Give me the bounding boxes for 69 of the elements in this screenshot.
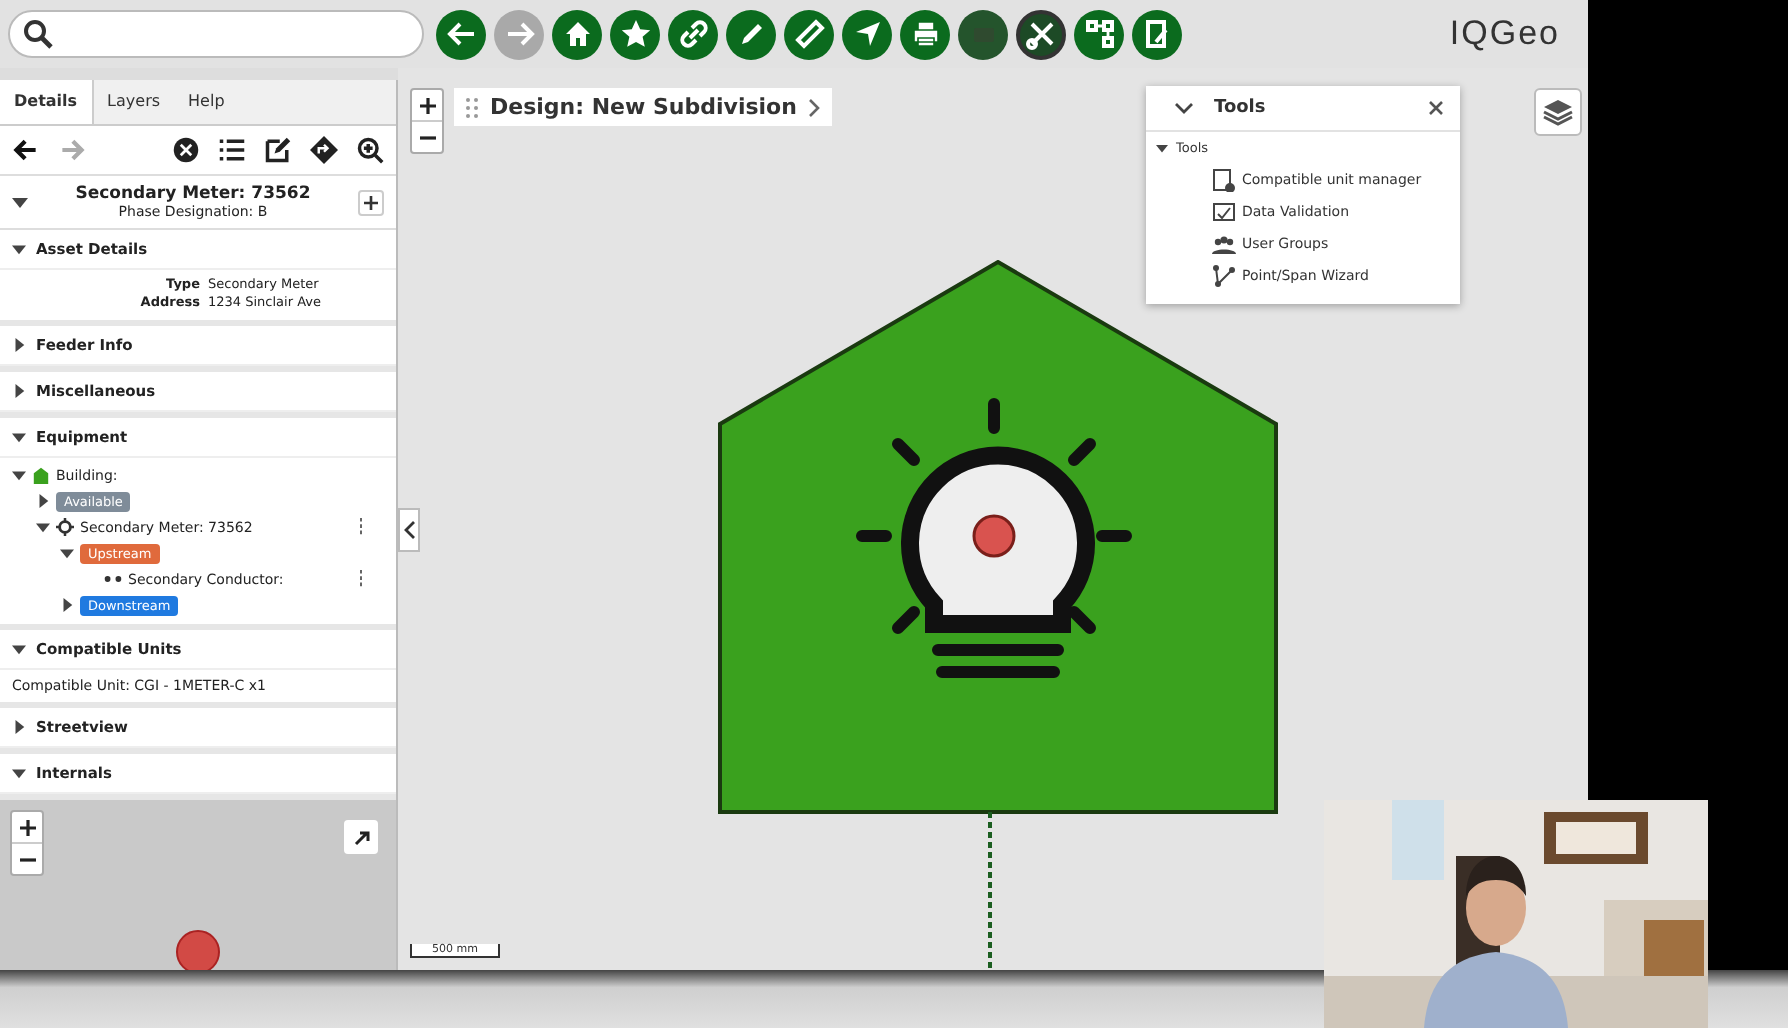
drag-handle-icon[interactable] — [466, 97, 478, 117]
collapse-icon[interactable] — [60, 546, 74, 560]
panel-collapse-tab[interactable] — [398, 508, 420, 552]
camera-button[interactable] — [958, 9, 1008, 59]
more-menu-icon[interactable] — [358, 570, 364, 588]
layers-button[interactable] — [1534, 88, 1582, 136]
star-button[interactable] — [610, 9, 660, 59]
ruler-button[interactable] — [784, 9, 834, 59]
printer-button[interactable] — [900, 9, 950, 59]
feature-title: Secondary Meter: 73562 — [73, 184, 313, 204]
navigation-button[interactable] — [842, 9, 892, 59]
expand-icon[interactable] — [12, 338, 26, 352]
star-icon — [617, 16, 653, 52]
collapse-icon[interactable] — [36, 520, 50, 534]
link-button[interactable] — [668, 9, 718, 59]
more-menu-icon[interactable] — [358, 518, 364, 536]
home-button[interactable] — [552, 9, 602, 59]
building-icon — [32, 466, 50, 484]
tab[interactable]: Layers — [93, 80, 175, 124]
back-arrow-icon[interactable] — [12, 136, 40, 164]
collapse-icon[interactable] — [12, 642, 26, 656]
search-icon — [22, 18, 54, 50]
edit-document-button[interactable] — [1132, 9, 1182, 59]
gear-icon — [56, 518, 74, 536]
pencil-button[interactable] — [726, 9, 776, 59]
edit-icon[interactable] — [264, 136, 292, 164]
logo: IQGeo — [1449, 14, 1560, 54]
collapse-icon[interactable] — [12, 766, 26, 780]
arrow-left-button[interactable] — [436, 9, 486, 59]
tab[interactable]: Help — [174, 80, 239, 124]
link-icon — [675, 16, 711, 52]
network-icon — [1081, 16, 1117, 52]
checkbox-icon — [1212, 200, 1236, 224]
design-title: Design: New Subdivision — [490, 94, 797, 120]
expand-icon[interactable] — [36, 494, 50, 508]
tab[interactable]: Details — [0, 80, 94, 124]
zoom-in-icon[interactable] — [356, 136, 384, 164]
collapse-icon[interactable] — [12, 468, 26, 482]
document-icon — [1212, 168, 1236, 192]
clear-icon[interactable] — [172, 136, 200, 164]
expand-icon[interactable] — [60, 598, 74, 612]
conductor-icon — [104, 574, 122, 584]
location-marker — [176, 930, 220, 974]
ruler-icon — [791, 16, 827, 52]
tools-button[interactable] — [1016, 9, 1066, 59]
expand-triangle-icon[interactable] — [1156, 142, 1168, 154]
chevron-down-icon[interactable] — [1174, 102, 1194, 114]
close-icon[interactable] — [1428, 100, 1444, 116]
collapse-icon[interactable] — [12, 242, 26, 256]
chevron-left-icon — [403, 520, 415, 540]
plus-icon — [364, 195, 378, 209]
expand-button[interactable] — [344, 820, 378, 854]
plus-icon — [419, 97, 435, 113]
arrow-icon — [353, 829, 369, 845]
expand-icon[interactable] — [12, 384, 26, 398]
chevron-right-icon[interactable] — [808, 97, 821, 117]
layers-icon — [1542, 96, 1574, 128]
collapse-icon[interactable] — [12, 194, 28, 210]
network-button[interactable] — [1074, 9, 1124, 59]
panel-title: Tools — [1214, 98, 1268, 118]
route-icon[interactable] — [310, 136, 338, 164]
nodes-icon — [1212, 264, 1236, 288]
plus-icon — [19, 819, 35, 835]
add-button[interactable] — [358, 189, 384, 215]
users-icon — [1212, 232, 1236, 256]
collapse-icon[interactable] — [12, 430, 26, 444]
search-field[interactable] — [8, 10, 424, 58]
list-icon[interactable] — [218, 136, 246, 164]
expand-icon[interactable] — [12, 720, 26, 734]
